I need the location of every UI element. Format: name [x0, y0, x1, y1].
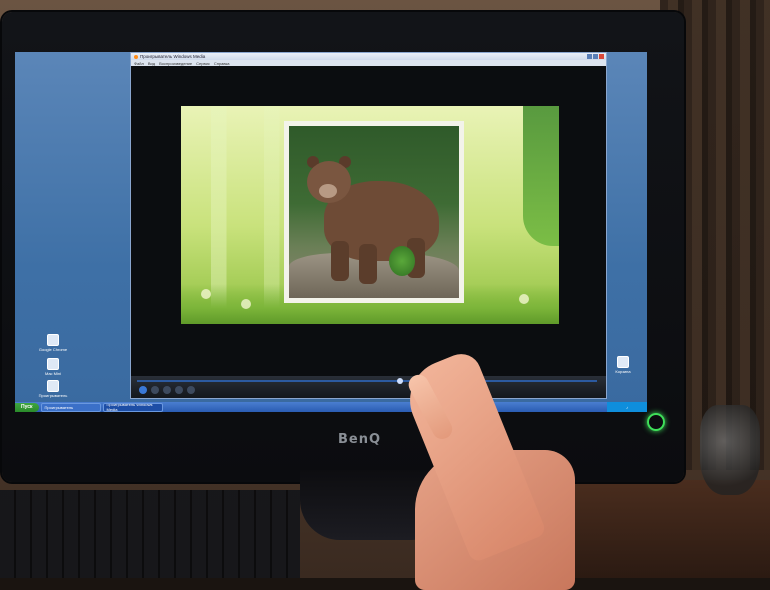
- plant: [389, 246, 415, 276]
- recycle-bin[interactable]: Корзина: [603, 356, 643, 374]
- computer-icon: [47, 358, 59, 370]
- window-title: Проигрыватель Windows Media: [140, 54, 206, 59]
- menu-item-view[interactable]: Вид: [148, 61, 155, 66]
- menu-item-tools[interactable]: Сервис: [196, 61, 210, 66]
- previous-button[interactable]: [163, 386, 171, 394]
- seek-thumb[interactable]: [397, 378, 403, 384]
- stop-button[interactable]: [151, 386, 159, 394]
- taskbar-item-active[interactable]: Проигрыватель Windows Media: [102, 402, 163, 412]
- system-tray[interactable]: ♪: [607, 402, 647, 412]
- menu-item-play[interactable]: Воспроизведение: [159, 61, 192, 66]
- desktop-icon[interactable]: Mac Mini: [33, 358, 73, 376]
- media-icon: [47, 380, 59, 392]
- volume-icon[interactable]: ♪: [626, 405, 628, 410]
- video-area[interactable]: [131, 66, 606, 376]
- desktop-icon[interactable]: Google Chrome: [33, 334, 73, 352]
- bear-leg: [331, 241, 349, 281]
- media-player-icon: [134, 54, 138, 59]
- desktop-icon-label: Mac Mini: [44, 371, 61, 376]
- maximize-button[interactable]: [593, 54, 598, 59]
- minimize-button[interactable]: [587, 54, 592, 59]
- monitor-brand-logo: BenQ: [338, 432, 382, 447]
- vine-decoration: [523, 106, 559, 246]
- window-controls: [587, 54, 604, 59]
- mute-button[interactable]: [187, 386, 195, 394]
- desktop-icon-label: Google Chrome: [38, 347, 68, 352]
- desktop-icon[interactable]: Проигрыватель: [33, 380, 73, 398]
- window-titlebar[interactable]: Проигрыватель Windows Media: [131, 53, 606, 60]
- bear-photo: [284, 121, 464, 303]
- taskbar-item[interactable]: Проигрыватель: [40, 402, 101, 412]
- playback-controls: [131, 376, 606, 398]
- decorative-ornament: [700, 405, 760, 495]
- start-button[interactable]: Пуск: [15, 402, 39, 412]
- power-button[interactable]: [647, 413, 665, 431]
- menu-item-help[interactable]: Справка: [214, 61, 230, 66]
- taskbar: Пуск Проигрыватель Проигрыватель Windows…: [15, 402, 647, 412]
- desktop-icon-label: Проигрыватель: [38, 393, 68, 398]
- recycle-bin-label: Корзина: [615, 369, 631, 374]
- play-button[interactable]: [139, 386, 147, 394]
- next-button[interactable]: [175, 386, 183, 394]
- recycle-bin-icon: [617, 356, 629, 368]
- bear-leg: [359, 244, 377, 284]
- screen: Google Chrome Mac Mini Проигрыватель Кор…: [15, 52, 647, 412]
- bear-snout: [319, 184, 337, 198]
- seek-bar[interactable]: [137, 378, 597, 384]
- menu-item-file[interactable]: Файл: [134, 61, 144, 66]
- close-button[interactable]: [599, 54, 604, 59]
- slide-forest-background: [181, 106, 559, 324]
- flower-decoration: [241, 299, 251, 309]
- bear-photo-image: [289, 126, 459, 298]
- flower-decoration: [519, 294, 529, 304]
- media-player-window[interactable]: Проигрыватель Windows Media Файл Вид Вос…: [130, 52, 607, 399]
- chrome-icon: [47, 334, 59, 346]
- control-buttons: [139, 386, 195, 394]
- keyboard: [0, 490, 300, 578]
- flower-decoration: [201, 289, 211, 299]
